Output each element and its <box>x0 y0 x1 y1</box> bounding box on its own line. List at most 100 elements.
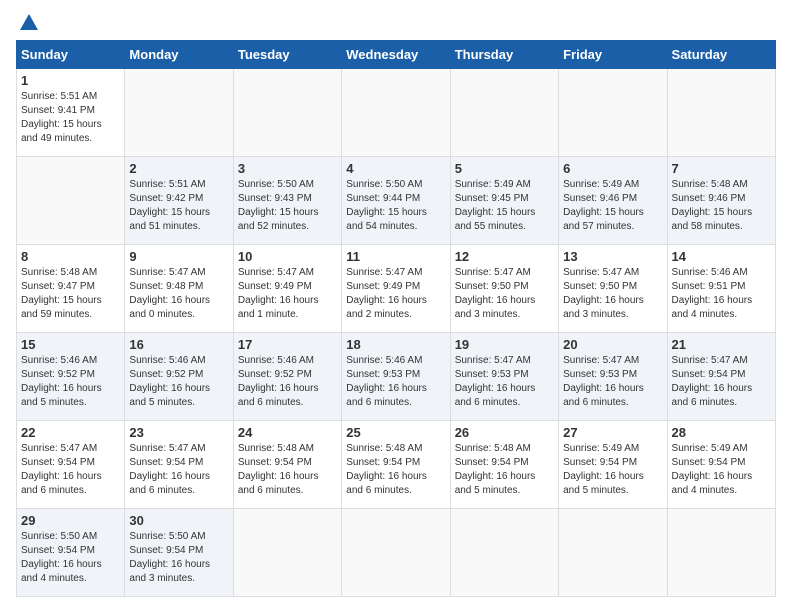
calendar-week-4: 15Sunrise: 5:46 AMSunset: 9:52 PMDayligh… <box>17 333 776 421</box>
sunset-text: Sunset: 9:52 PM <box>129 368 228 382</box>
calendar-week-2: 2Sunrise: 5:51 AMSunset: 9:42 PMDaylight… <box>17 157 776 245</box>
daylight-text-cont: and 5 minutes. <box>129 396 228 410</box>
daylight-text-cont: and 6 minutes. <box>672 396 771 410</box>
sunrise-text: Sunrise: 5:47 AM <box>129 442 228 456</box>
day-info: Sunrise: 5:47 AMSunset: 9:48 PMDaylight:… <box>129 266 228 322</box>
day-info: Sunrise: 5:47 AMSunset: 9:54 PMDaylight:… <box>21 442 120 498</box>
sunset-text: Sunset: 9:49 PM <box>238 280 337 294</box>
sunset-text: Sunset: 9:43 PM <box>238 192 337 206</box>
day-info: Sunrise: 5:46 AMSunset: 9:52 PMDaylight:… <box>129 354 228 410</box>
daylight-text-cont: and 51 minutes. <box>129 220 228 234</box>
day-number: 6 <box>563 161 662 176</box>
sunrise-text: Sunrise: 5:48 AM <box>21 266 120 280</box>
day-info: Sunrise: 5:46 AMSunset: 9:52 PMDaylight:… <box>21 354 120 410</box>
calendar-week-6: 29Sunrise: 5:50 AMSunset: 9:54 PMDayligh… <box>17 509 776 597</box>
calendar-cell <box>233 69 341 157</box>
day-info: Sunrise: 5:47 AMSunset: 9:54 PMDaylight:… <box>672 354 771 410</box>
day-number: 19 <box>455 337 554 352</box>
calendar-cell <box>667 509 775 597</box>
sunrise-text: Sunrise: 5:48 AM <box>672 178 771 192</box>
sunset-text: Sunset: 9:54 PM <box>563 456 662 470</box>
day-number: 29 <box>21 513 120 528</box>
sunrise-text: Sunrise: 5:49 AM <box>672 442 771 456</box>
daylight-text: Daylight: 16 hours <box>129 294 228 308</box>
sunrise-text: Sunrise: 5:47 AM <box>455 354 554 368</box>
daylight-text: Daylight: 16 hours <box>21 558 120 572</box>
sunrise-text: Sunrise: 5:46 AM <box>21 354 120 368</box>
daylight-text: Daylight: 16 hours <box>563 382 662 396</box>
calendar-cell: 30Sunrise: 5:50 AMSunset: 9:54 PMDayligh… <box>125 509 233 597</box>
daylight-text-cont: and 3 minutes. <box>563 308 662 322</box>
calendar-cell: 27Sunrise: 5:49 AMSunset: 9:54 PMDayligh… <box>559 421 667 509</box>
day-info: Sunrise: 5:47 AMSunset: 9:50 PMDaylight:… <box>455 266 554 322</box>
calendar-cell <box>233 509 341 597</box>
calendar-cell: 25Sunrise: 5:48 AMSunset: 9:54 PMDayligh… <box>342 421 450 509</box>
daylight-text-cont: and 6 minutes. <box>563 396 662 410</box>
page-header <box>16 16 776 28</box>
sunrise-text: Sunrise: 5:46 AM <box>238 354 337 368</box>
day-info: Sunrise: 5:48 AMSunset: 9:47 PMDaylight:… <box>21 266 120 322</box>
sunrise-text: Sunrise: 5:47 AM <box>672 354 771 368</box>
daylight-text: Daylight: 16 hours <box>238 470 337 484</box>
day-info: Sunrise: 5:50 AMSunset: 9:43 PMDaylight:… <box>238 178 337 234</box>
day-number: 12 <box>455 249 554 264</box>
day-info: Sunrise: 5:51 AMSunset: 9:41 PMDaylight:… <box>21 90 120 146</box>
calendar-cell: 24Sunrise: 5:48 AMSunset: 9:54 PMDayligh… <box>233 421 341 509</box>
sunrise-text: Sunrise: 5:46 AM <box>129 354 228 368</box>
calendar-cell: 5Sunrise: 5:49 AMSunset: 9:45 PMDaylight… <box>450 157 558 245</box>
calendar-cell: 28Sunrise: 5:49 AMSunset: 9:54 PMDayligh… <box>667 421 775 509</box>
day-info: Sunrise: 5:46 AMSunset: 9:53 PMDaylight:… <box>346 354 445 410</box>
day-info: Sunrise: 5:48 AMSunset: 9:46 PMDaylight:… <box>672 178 771 234</box>
day-info: Sunrise: 5:49 AMSunset: 9:54 PMDaylight:… <box>563 442 662 498</box>
day-number: 11 <box>346 249 445 264</box>
sunrise-text: Sunrise: 5:47 AM <box>238 266 337 280</box>
daylight-text: Daylight: 16 hours <box>346 382 445 396</box>
sunset-text: Sunset: 9:51 PM <box>672 280 771 294</box>
day-number: 3 <box>238 161 337 176</box>
daylight-text-cont: and 54 minutes. <box>346 220 445 234</box>
calendar-cell: 26Sunrise: 5:48 AMSunset: 9:54 PMDayligh… <box>450 421 558 509</box>
calendar-cell: 29Sunrise: 5:50 AMSunset: 9:54 PMDayligh… <box>17 509 125 597</box>
daylight-text-cont: and 55 minutes. <box>455 220 554 234</box>
sunrise-text: Sunrise: 5:50 AM <box>346 178 445 192</box>
sunrise-text: Sunrise: 5:46 AM <box>672 266 771 280</box>
calendar-cell: 11 Sunrise: 5:47 AMSunset: 9:49 PMDayligh… <box>342 245 450 333</box>
day-info: Sunrise: 5:47 AMSunset: 9:49 PMDaylight:… <box>346 266 445 322</box>
daylight-text: Daylight: 15 hours <box>346 206 445 220</box>
daylight-text-cont: and 6 minutes. <box>238 396 337 410</box>
calendar-cell: 14Sunrise: 5:46 AMSunset: 9:51 PMDayligh… <box>667 245 775 333</box>
daylight-text-cont: and 5 minutes. <box>563 484 662 498</box>
sunrise-text: Sunrise: 5:50 AM <box>21 530 120 544</box>
day-number: 24 <box>238 425 337 440</box>
day-number: 17 <box>238 337 337 352</box>
calendar-cell <box>450 509 558 597</box>
logo-icon <box>18 12 40 34</box>
day-number: 9 <box>129 249 228 264</box>
logo <box>16 16 40 28</box>
day-number: 10 <box>238 249 337 264</box>
calendar-cell: 19 Sunrise: 5:47 AMSunset: 9:53 PMDayligh… <box>450 333 558 421</box>
day-info: Sunrise: 5:47 AMSunset: 9:50 PMDaylight:… <box>563 266 662 322</box>
sunrise-text: Sunrise: 5:47 AM <box>455 266 554 280</box>
calendar-cell: 6 Sunrise: 5:49 AMSunset: 9:46 PMDaylight… <box>559 157 667 245</box>
day-number: 21 <box>672 337 771 352</box>
daylight-text: Daylight: 16 hours <box>672 470 771 484</box>
day-info: Sunrise: 5:46 AMSunset: 9:51 PMDaylight:… <box>672 266 771 322</box>
daylight-text-cont: and 52 minutes. <box>238 220 337 234</box>
sunset-text: Sunset: 9:53 PM <box>346 368 445 382</box>
calendar-cell <box>125 69 233 157</box>
day-number: 18 <box>346 337 445 352</box>
sunrise-text: Sunrise: 5:48 AM <box>346 442 445 456</box>
sunset-text: Sunset: 9:54 PM <box>346 456 445 470</box>
daylight-text-cont: and 6 minutes. <box>346 396 445 410</box>
calendar-cell: 7Sunrise: 5:48 AMSunset: 9:46 PMDaylight… <box>667 157 775 245</box>
daylight-text: Daylight: 16 hours <box>346 294 445 308</box>
sunset-text: Sunset: 9:54 PM <box>21 456 120 470</box>
day-info: Sunrise: 5:47 AMSunset: 9:53 PMDaylight:… <box>455 354 554 410</box>
day-info: Sunrise: 5:51 AMSunset: 9:42 PMDaylight:… <box>129 178 228 234</box>
day-info: Sunrise: 5:49 AMSunset: 9:46 PMDaylight:… <box>563 178 662 234</box>
daylight-text-cont: and 0 minutes. <box>129 308 228 322</box>
sunrise-text: Sunrise: 5:48 AM <box>455 442 554 456</box>
daylight-text: Daylight: 15 hours <box>238 206 337 220</box>
daylight-text: Daylight: 16 hours <box>672 382 771 396</box>
